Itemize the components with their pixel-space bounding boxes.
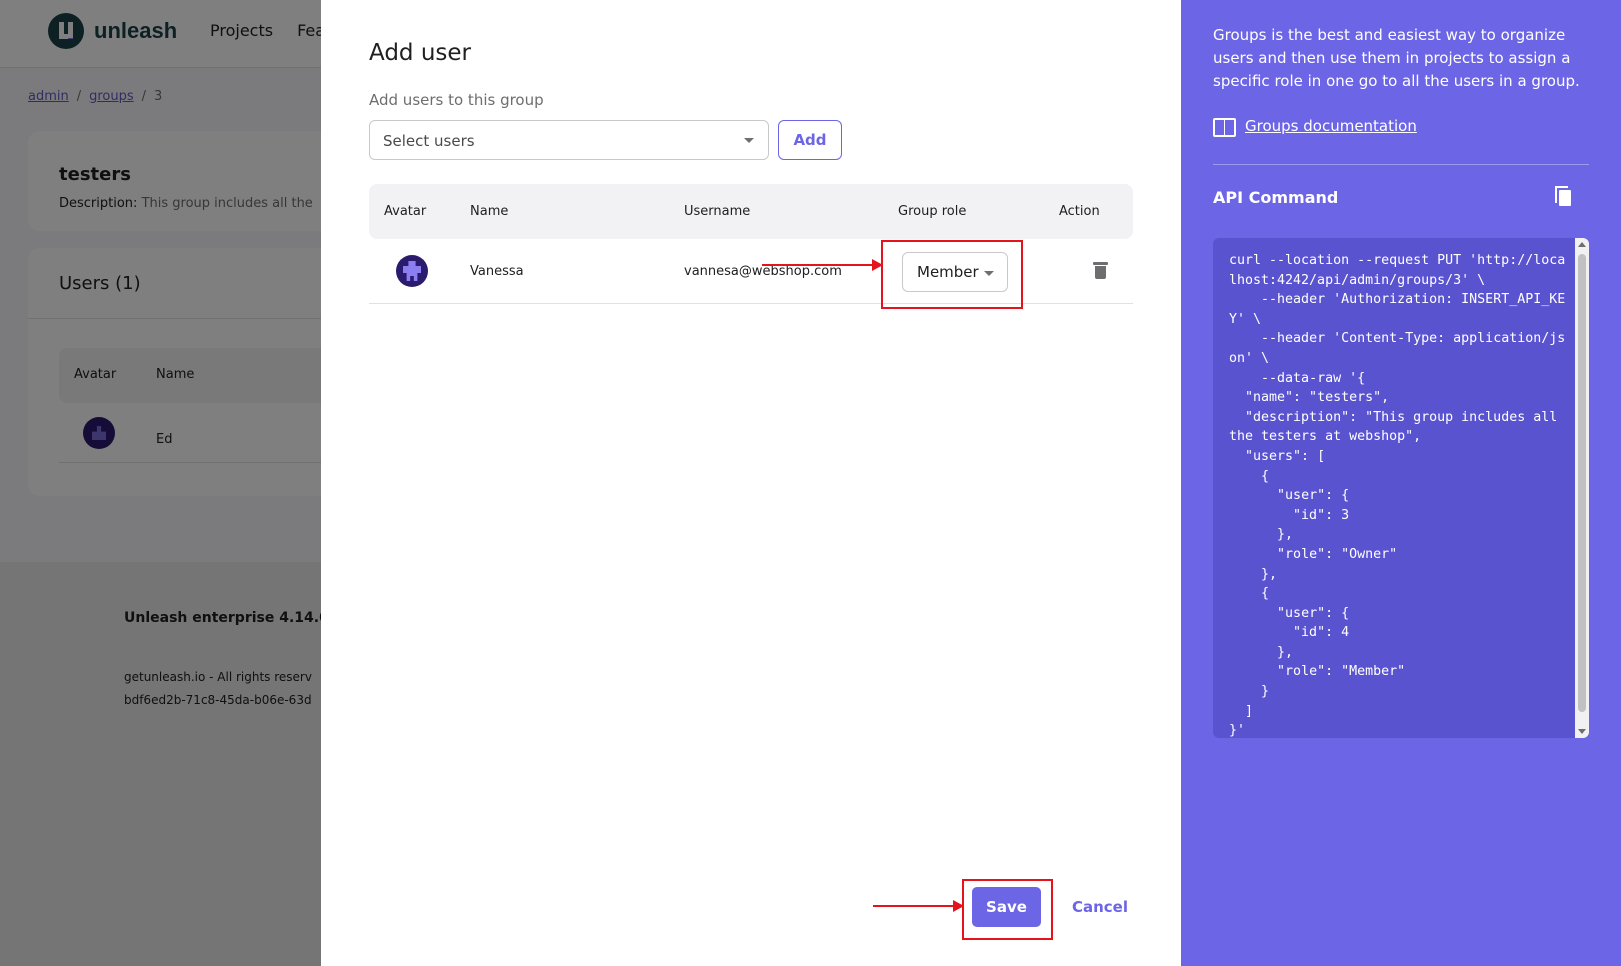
chevron-down-icon: [744, 138, 754, 143]
users-table-header: Avatar Name Username Group role Action: [369, 184, 1133, 239]
copy-icon[interactable]: [1555, 186, 1571, 206]
annotation-arrow-icon: [762, 259, 883, 271]
add-users-label: Add users to this group: [369, 91, 544, 109]
code-scrollbar[interactable]: [1575, 238, 1589, 738]
api-command-code: curl --location --request PUT 'http://lo…: [1229, 253, 1566, 738]
add-button[interactable]: Add: [778, 120, 842, 160]
annotation-arrow-icon: [873, 900, 964, 912]
groups-documentation-label[interactable]: Groups documentation: [1245, 117, 1417, 135]
select-users-dropdown[interactable]: Select users: [369, 120, 769, 160]
select-users-placeholder: Select users: [383, 132, 475, 150]
avatar: [396, 255, 428, 287]
column-group-role: Group role: [898, 204, 967, 219]
modal-title: Add user: [369, 40, 472, 66]
highlight-box-save: [962, 879, 1053, 940]
scroll-down-icon[interactable]: [1578, 729, 1586, 734]
trash-icon[interactable]: [1093, 262, 1108, 279]
help-intro: Groups is the best and easiest way to or…: [1213, 26, 1580, 90]
column-avatar: Avatar: [384, 204, 427, 219]
api-command-title: API Command: [1213, 188, 1339, 207]
help-panel: Groups is the best and easiest way to or…: [1181, 0, 1621, 966]
column-name: Name: [470, 204, 509, 219]
column-username: Username: [684, 204, 751, 219]
scrollbar-thumb[interactable]: [1578, 254, 1586, 712]
cancel-button[interactable]: Cancel: [1068, 887, 1132, 927]
api-command-code-block[interactable]: curl --location --request PUT 'http://lo…: [1213, 238, 1589, 738]
scroll-up-icon[interactable]: [1578, 242, 1586, 247]
book-icon: [1213, 117, 1236, 137]
user-name: Vanessa: [470, 264, 524, 279]
groups-documentation-link[interactable]: Groups documentation: [1213, 117, 1417, 137]
highlight-box-group-role: [881, 240, 1023, 309]
add-user-modal: Add user Add users to this group Select …: [321, 0, 1181, 966]
column-action: Action: [1059, 204, 1100, 219]
divider: [1213, 164, 1589, 165]
